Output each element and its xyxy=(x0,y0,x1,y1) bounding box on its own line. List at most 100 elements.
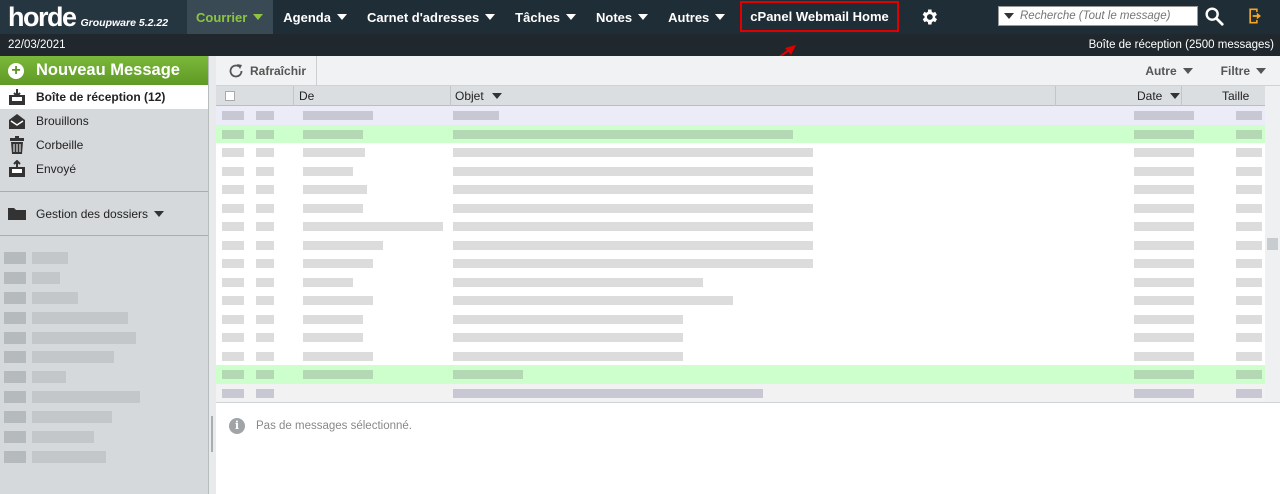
list-item[interactable] xyxy=(4,271,164,284)
search-icon xyxy=(1205,7,1224,26)
scrollbar-thumb[interactable] xyxy=(1267,238,1278,250)
list-item[interactable] xyxy=(4,252,164,264)
message-row[interactable] xyxy=(216,383,1265,402)
message-row[interactable] xyxy=(216,365,1265,384)
redacted-block xyxy=(1134,240,1194,250)
message-list xyxy=(216,106,1265,402)
nav-cpanel-webmail-home[interactable]: cPanel Webmail Home xyxy=(740,1,899,32)
logout-button[interactable] xyxy=(1246,6,1266,29)
new-message-button[interactable]: + Nouveau Message xyxy=(0,56,208,85)
list-item[interactable] xyxy=(4,391,164,404)
message-row[interactable] xyxy=(216,124,1265,143)
message-row[interactable] xyxy=(216,328,1265,347)
folder-sent[interactable]: Envoyé xyxy=(0,157,208,181)
nav-courrier[interactable]: Courrier xyxy=(187,0,274,34)
splitter-grip[interactable] xyxy=(211,416,213,452)
nav-agenda[interactable]: Agenda xyxy=(273,0,357,34)
redacted-block xyxy=(1134,333,1194,342)
list-item[interactable] xyxy=(4,291,164,304)
message-list-header: De Objet Date Taille xyxy=(216,86,1265,106)
message-list-scrollbar[interactable] xyxy=(1265,86,1280,402)
select-all-checkbox[interactable] xyxy=(225,91,235,101)
message-row[interactable] xyxy=(216,346,1265,365)
settings-button[interactable] xyxy=(909,0,949,34)
message-row[interactable] xyxy=(216,143,1265,162)
list-item[interactable] xyxy=(4,331,164,344)
redacted-block xyxy=(1236,314,1262,324)
redacted-block xyxy=(453,203,813,213)
nav-others[interactable]: Autres xyxy=(658,0,735,34)
select-all-column[interactable] xyxy=(216,86,293,106)
redacted-block xyxy=(1236,185,1262,194)
column-date[interactable]: Date xyxy=(1055,86,1181,106)
refresh-button[interactable]: Rafraîchir xyxy=(216,55,318,86)
nav-address-book[interactable]: Carnet d'adresses xyxy=(357,0,505,34)
redacted-block xyxy=(1236,240,1262,250)
column-from[interactable]: De xyxy=(293,86,450,106)
redacted-block xyxy=(453,185,813,194)
chevron-down-icon xyxy=(154,211,165,217)
search-button[interactable] xyxy=(1203,5,1225,30)
folder-drafts[interactable]: Brouillons xyxy=(0,109,208,133)
redacted-block xyxy=(453,333,683,342)
sidebar-divider xyxy=(0,235,208,236)
manage-folders-menu[interactable]: Gestion des dossiers xyxy=(0,202,208,226)
redacted-block xyxy=(256,370,274,379)
folder-label: Brouillons xyxy=(36,114,89,128)
redacted-block xyxy=(303,185,367,194)
search-scope-dropdown-icon[interactable] xyxy=(1004,13,1014,19)
redacted-block xyxy=(1236,259,1262,268)
message-row[interactable] xyxy=(216,235,1265,254)
message-row[interactable] xyxy=(216,106,1265,125)
nav-tasks[interactable]: Tâches xyxy=(505,0,586,34)
message-row[interactable] xyxy=(216,161,1265,180)
column-from-label: De xyxy=(299,89,315,103)
folder-inbox[interactable]: Boîte de réception (12) xyxy=(0,85,208,109)
list-item[interactable] xyxy=(4,450,164,463)
redacted-block xyxy=(1236,129,1262,139)
column-size[interactable]: Taille xyxy=(1181,86,1265,106)
redacted-block xyxy=(222,148,244,157)
column-subject[interactable]: Objet xyxy=(450,86,1055,106)
redacted-block xyxy=(1134,351,1194,361)
folder-trash[interactable]: Corbeille xyxy=(0,133,208,157)
mail-toolbar: Rafraîchir Autre Filtre xyxy=(216,55,1280,86)
folder-label: Envoyé xyxy=(36,162,77,176)
redacted-block xyxy=(1236,388,1262,398)
redacted-block xyxy=(303,370,373,379)
filter-menu[interactable]: Filtre xyxy=(1207,64,1280,78)
redacted-block xyxy=(256,388,274,398)
sidebar-splitter[interactable] xyxy=(209,56,216,494)
mailbox-summary: Boîte de réception (2500 messages) xyxy=(1088,39,1274,51)
other-menu[interactable]: Autre xyxy=(1131,64,1206,78)
column-subject-label: Objet xyxy=(455,89,484,103)
list-item[interactable] xyxy=(4,431,164,444)
message-row[interactable] xyxy=(216,198,1265,217)
message-row[interactable] xyxy=(216,272,1265,291)
redacted-block xyxy=(453,296,733,305)
message-row[interactable] xyxy=(216,254,1265,273)
message-row[interactable] xyxy=(216,217,1265,236)
redacted-block xyxy=(256,296,274,305)
new-message-label: Nouveau Message xyxy=(36,61,180,79)
redacted-block xyxy=(453,351,683,361)
message-row[interactable] xyxy=(216,309,1265,328)
redacted-block xyxy=(1134,129,1194,139)
redacted-block xyxy=(453,259,813,268)
list-item[interactable] xyxy=(4,371,164,384)
list-item[interactable] xyxy=(4,351,164,364)
folder-label: Boîte de réception (12) xyxy=(36,90,166,104)
search-input[interactable] xyxy=(1020,10,1192,22)
message-row[interactable] xyxy=(216,180,1265,199)
message-row[interactable] xyxy=(216,291,1265,310)
chevron-down-icon xyxy=(565,14,576,20)
nav-notes[interactable]: Notes xyxy=(586,0,658,34)
redacted-block xyxy=(453,240,813,250)
horde-logo[interactable]: horde Groupware 5.2.22 xyxy=(0,0,187,34)
list-item[interactable] xyxy=(4,311,164,324)
nav-label: Courrier xyxy=(196,9,248,25)
list-item[interactable] xyxy=(4,411,164,424)
redacted-block xyxy=(303,333,363,342)
chevron-down-icon xyxy=(253,14,264,20)
redacted-block xyxy=(1134,314,1194,324)
